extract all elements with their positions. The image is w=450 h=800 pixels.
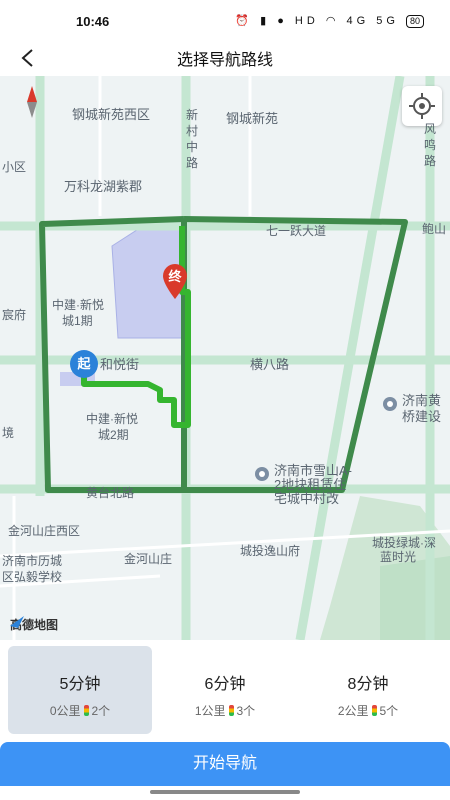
map-label: 中建·新悦	[52, 298, 104, 312]
map-label: 新	[186, 108, 199, 122]
page-title: 选择导航路线	[176, 52, 273, 69]
route-time: 8分钟	[347, 676, 389, 693]
traffic-light-icon	[371, 705, 377, 716]
start-marker[interactable]: 起	[70, 350, 98, 378]
route-distance: 1公里	[194, 704, 226, 718]
route-info: 1公里 3个	[153, 702, 297, 719]
status-icons: ⏰ ▮ ● HD ◠ 4G 5G 80	[235, 14, 424, 28]
home-indicator[interactable]	[150, 790, 300, 794]
map-label: 路	[424, 154, 437, 168]
route-time: 5分钟	[59, 676, 101, 693]
map-label: 中	[186, 140, 199, 154]
map-label: 钢城新苑西区	[72, 107, 151, 122]
map-label: 济南市历城	[2, 554, 63, 568]
map-label: 蓝时光	[380, 550, 417, 564]
map-label: 宅城中村改	[274, 491, 340, 506]
route-info: 0公里 2个	[8, 702, 152, 719]
route-info: 2公里 5个	[296, 702, 440, 719]
map-label: 村	[186, 124, 199, 138]
status-time: 10:46	[76, 14, 110, 29]
route-option-2[interactable]: 6分钟 1公里 3个	[153, 646, 297, 734]
route-lights: 3个	[236, 704, 256, 718]
route-lights: 5个	[379, 704, 399, 718]
map-label: 金河山庄西区	[8, 524, 81, 538]
traffic-light-icon	[83, 705, 89, 716]
route-distance: 0公里	[49, 704, 81, 718]
location-pin-icon	[254, 466, 270, 482]
end-marker-label: 终	[168, 269, 182, 284]
map-label: 城1期	[62, 314, 93, 328]
map-label: 境	[2, 426, 15, 440]
park-area-2	[380, 556, 450, 640]
start-navigation-button[interactable]: 开始导航	[0, 742, 450, 786]
location-pin-icon	[382, 396, 398, 412]
route-option-3[interactable]: 8分钟 2公里 5个	[296, 646, 440, 734]
battery-icon: 80	[405, 14, 424, 28]
map-view[interactable]: 钢城新苑西区 钢城新苑 新 村 中 路 风 鸣 路 小区 万科龙湖紫郡 七一跃大…	[0, 76, 450, 640]
map-label: 鲍山	[422, 222, 447, 236]
map-label: 鸣	[424, 138, 437, 152]
map-label: 城2期	[98, 428, 129, 442]
map-label: 七一跃大道	[266, 224, 327, 238]
map-label: 万科龙湖紫郡	[64, 179, 143, 194]
map-label: 金河山庄	[124, 552, 173, 566]
amap-logo: 高德地图	[10, 616, 58, 633]
map-label: 风	[424, 122, 437, 136]
map-label: 钢城新苑	[226, 111, 279, 126]
amap-logo-icon	[10, 616, 24, 628]
route-option-1[interactable]: 5分钟 0公里 2个	[8, 646, 152, 734]
nav-bar: 选择导航路线	[0, 40, 450, 76]
route-distance: 2公里	[337, 704, 369, 718]
map-label: 中建·新悦	[86, 412, 138, 426]
map-label: 宸府	[2, 308, 27, 322]
map-label: 横八路	[250, 357, 290, 372]
route-options: 5分钟 0公里 2个 6分钟 1公里 3个 8分钟 2公里 5个	[0, 640, 450, 740]
system-icons: ⏰ ▮ ● HD ◠ 4G 5G	[235, 15, 399, 27]
map-label: 路	[186, 156, 199, 170]
end-marker[interactable]: 终	[160, 262, 190, 300]
map-label: 城投逸山府	[240, 544, 301, 558]
map-label: 黄台北路	[86, 486, 135, 500]
route-lights: 2个	[91, 704, 111, 718]
route-time: 6分钟	[204, 676, 246, 693]
compass-icon[interactable]	[22, 84, 42, 120]
map-label: 桥建设	[402, 409, 442, 424]
traffic-light-icon	[228, 705, 234, 716]
map-label: 小区	[2, 160, 27, 174]
map-label: 和悦街	[100, 357, 140, 372]
map-label: 区弘毅学校	[2, 570, 63, 584]
status-bar: 10:46 ⏰ ▮ ● HD ◠ 4G 5G 80	[0, 0, 450, 40]
